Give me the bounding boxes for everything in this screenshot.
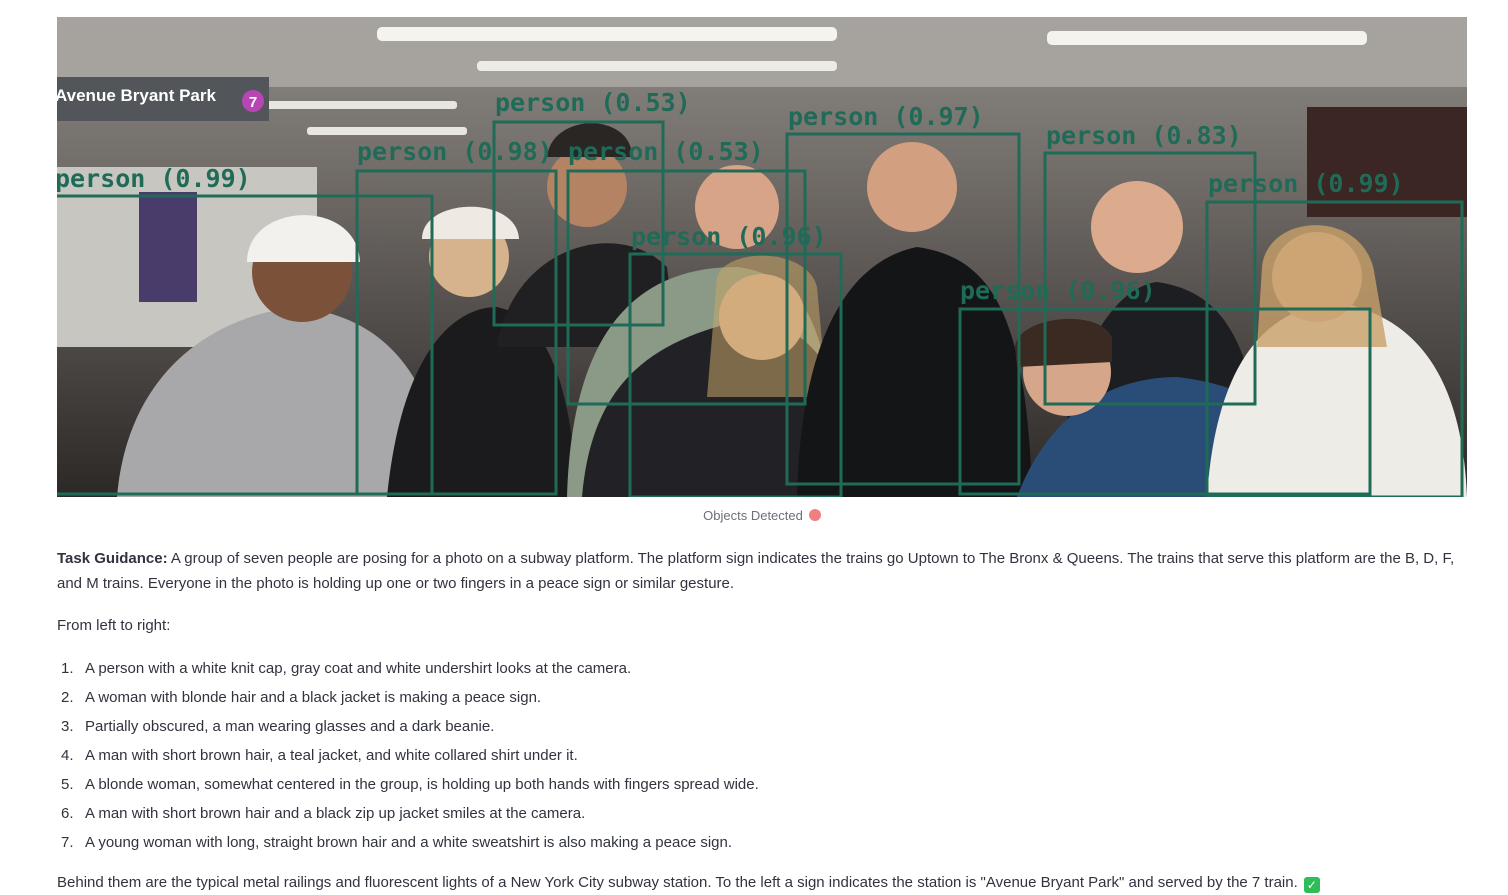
list-item: 7. A young woman with long, straight brow… xyxy=(57,828,1469,857)
list-item-text: A young woman with long, straight brown … xyxy=(85,834,733,851)
closing-paragraph: Behind them are the typical metal railin… xyxy=(57,870,1469,895)
list-item: 3. Partially obscured, a man wearing glas… xyxy=(57,712,1469,741)
task-guidance-paragraph: Task Guidance: A group of seven people a… xyxy=(57,546,1469,596)
page: Avenue Bryant Park 7 person (0.99) perso… xyxy=(0,0,1508,895)
ceiling-light xyxy=(377,27,837,41)
list-item-text: Partially obscured, a man wearing glasse… xyxy=(85,718,495,735)
caption-text: Objects Detected xyxy=(703,508,803,523)
list-item-text: A blonde woman, somewhat centered in the… xyxy=(85,776,759,793)
list-item-text: A person with a white knit cap, gray coa… xyxy=(85,660,632,677)
list-item-number: 3. xyxy=(61,718,74,735)
station-sign-text: Avenue Bryant Park xyxy=(57,86,216,105)
detection-result-image: Avenue Bryant Park 7 person (0.99) perso… xyxy=(57,17,1467,497)
detection-label: person (0.53) xyxy=(495,88,691,117)
check-mark-icon: ✓ xyxy=(1303,877,1320,893)
list-item: 1. A person with a white knit cap, gray c… xyxy=(57,654,1469,683)
list-item-text: A man with short brown hair and a black … xyxy=(85,805,586,822)
list-item: 2. A woman with blonde hair and a black j… xyxy=(57,683,1469,712)
list-item-text: A man with short brown hair, a teal jack… xyxy=(85,747,578,764)
detection-label: person (0.98) xyxy=(357,137,553,166)
ceiling-light xyxy=(477,61,837,71)
detection-label: person (0.99) xyxy=(1208,169,1404,198)
detection-label: person (0.97) xyxy=(788,102,984,131)
detection-label: person (0.83) xyxy=(1046,121,1242,150)
list-item: 6. A man with short brown hair and a blac… xyxy=(57,799,1469,828)
list-item: 4. A man with short brown hair, a teal ja… xyxy=(57,741,1469,770)
detection-label: person (0.99) xyxy=(57,164,251,193)
train-bullet-number: 7 xyxy=(249,94,257,111)
list-item-number: 6. xyxy=(61,805,74,822)
list-item: 5. A blonde woman, somewhat centered in t… xyxy=(57,770,1469,799)
task-guidance-heading: Task Guidance: xyxy=(57,550,168,567)
list-item-number: 1. xyxy=(61,660,74,677)
detection-label: person (0.96) xyxy=(631,222,827,251)
closing-text: Behind them are the typical metal railin… xyxy=(57,874,1298,891)
list-item-number: 5. xyxy=(61,776,74,793)
list-item-text: A woman with blonde hair and a black jac… xyxy=(85,689,542,706)
detection-image-canvas: Avenue Bryant Park 7 person (0.99) perso… xyxy=(57,17,1467,497)
detection-label: person (0.53) xyxy=(568,137,764,166)
wall-poster xyxy=(139,192,197,302)
from-left-heading: From left to right: xyxy=(57,617,171,634)
task-guidance-text: A group of seven people are posing for a… xyxy=(57,550,1455,592)
detection-label: person (0.96) xyxy=(960,276,1156,305)
ceiling-light xyxy=(1047,31,1367,45)
list-item-number: 7. xyxy=(61,834,74,851)
list-item-number: 4. xyxy=(61,747,74,764)
result-description: Task Guidance: A group of seven people a… xyxy=(57,546,1469,895)
list-item-number: 2. xyxy=(61,689,74,706)
status-dot-icon xyxy=(808,509,821,521)
ceiling-light xyxy=(307,127,467,135)
image-caption: Objects Detected xyxy=(57,508,1467,523)
people-list: 1. A person with a white knit cap, gray c… xyxy=(57,654,1469,857)
